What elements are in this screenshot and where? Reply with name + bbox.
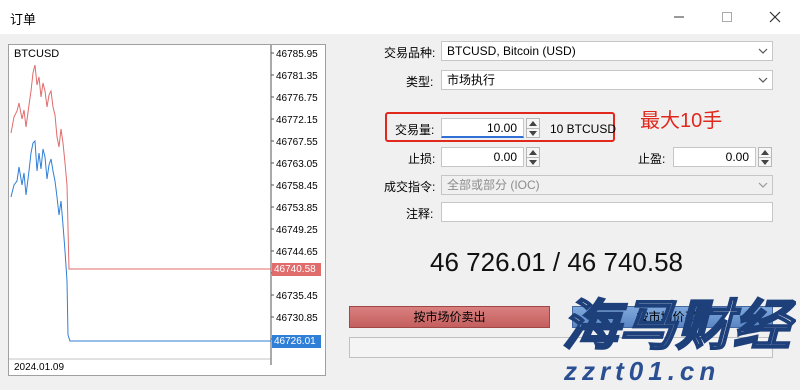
order-type-select[interactable]: 市场执行 [441, 70, 773, 90]
price-tick-label: 46772.15 [276, 115, 318, 126]
minimize-icon [674, 16, 684, 18]
tick-chart: 46785.95 46781.35 46776.75 46772.15 46767.55… [8, 44, 326, 376]
caret-down-icon [529, 130, 537, 136]
price-tick-label: 46753.85 [276, 203, 318, 214]
maximize-button[interactable] [704, 0, 750, 34]
close-button[interactable] [752, 0, 798, 34]
price-tick-label: 46767.55 [276, 137, 318, 148]
watermark-url: zzrt01.cn [564, 356, 721, 386]
stoploss-stepper[interactable] [526, 147, 540, 167]
caret-down-icon [761, 159, 769, 165]
filling-label: 成交指令: [384, 180, 436, 194]
caret-down-icon [529, 159, 537, 165]
order-type-value: 市场执行 [447, 73, 496, 87]
comment-input[interactable] [441, 202, 773, 222]
comment-label: 注释: [406, 207, 434, 221]
price-tick-label: 46781.35 [276, 71, 318, 82]
caret-up-icon [529, 121, 537, 126]
type-label: 类型: [406, 75, 434, 89]
sell-by-market-button[interactable]: 按市场价卖出 [349, 306, 550, 328]
minimize-button[interactable] [656, 0, 702, 34]
takeprofit-label: 止盈: [638, 152, 666, 166]
stoploss-up-button[interactable] [527, 148, 539, 157]
caret-up-icon [761, 150, 769, 155]
volume-up-button[interactable] [527, 119, 539, 128]
close-icon [769, 11, 781, 23]
ask-price-tag: 46740.58 [272, 263, 321, 276]
bid-ask-quote: 46 726.01 / 46 740.58 [430, 247, 684, 277]
chart-date-label: 2024.01.09 [14, 362, 65, 373]
price-tick-label: 46730.85 [276, 313, 318, 324]
price-tick-label: 46758.45 [276, 181, 318, 192]
volume-unit-label: 10 BTCUSD [550, 122, 617, 136]
stoploss-input[interactable]: 0.00 [441, 147, 524, 167]
watermark-logo: 海马财经 [561, 293, 796, 354]
filling-select[interactable]: 全部或部分 (IOC) [441, 175, 773, 195]
maximize-icon [722, 12, 732, 22]
price-tick-label: 46735.45 [276, 291, 318, 302]
price-tick-label: 46749.25 [276, 225, 318, 236]
ask-price-line [10, 64, 271, 270]
price-tick-label: 46763.05 [276, 159, 318, 170]
window-title: 订单 [10, 12, 37, 27]
takeprofit-down-button[interactable] [759, 157, 771, 166]
chart-symbol-label: BTCUSD [14, 48, 60, 60]
caret-up-icon [529, 150, 537, 155]
stoploss-down-button[interactable] [527, 157, 539, 166]
volume-label: 交易量: [395, 123, 435, 137]
volume-stepper[interactable] [526, 118, 540, 138]
volume-input[interactable]: 10.00 [441, 118, 524, 138]
takeprofit-stepper[interactable] [758, 147, 772, 167]
price-tick-label: 46776.75 [276, 93, 318, 104]
bid-price-line [10, 139, 271, 342]
chevron-down-icon [758, 182, 768, 188]
symbol-value: BTCUSD, Bitcoin (USD) [447, 44, 576, 58]
svg-text:海马财经: 海马财经 [562, 294, 796, 354]
chart-canvas: 46785.95 46781.35 46776.75 46772.15 46767.55… [9, 45, 318, 365]
symbol-select[interactable]: BTCUSD, Bitcoin (USD) [441, 41, 773, 61]
title-bar: 订单 [0, 0, 800, 34]
price-tick-label: 46785.95 [276, 49, 318, 60]
filling-value: 全部或部分 (IOC) [447, 178, 540, 192]
chevron-down-icon [758, 77, 768, 83]
stoploss-label: 止损: [408, 152, 436, 166]
price-ticks: 46785.95 46781.35 46776.75 46772.15 46767.55… [271, 49, 318, 340]
symbol-label: 交易品种: [384, 46, 436, 60]
takeprofit-up-button[interactable] [759, 148, 771, 157]
price-tick-label: 46744.65 [276, 247, 318, 258]
volume-down-button[interactable] [527, 128, 539, 137]
takeprofit-input[interactable]: 0.00 [673, 147, 756, 167]
bid-price-tag: 46726.01 [272, 335, 321, 348]
annotation-text: 最大10手 [640, 110, 723, 132]
chevron-down-icon [758, 48, 768, 54]
